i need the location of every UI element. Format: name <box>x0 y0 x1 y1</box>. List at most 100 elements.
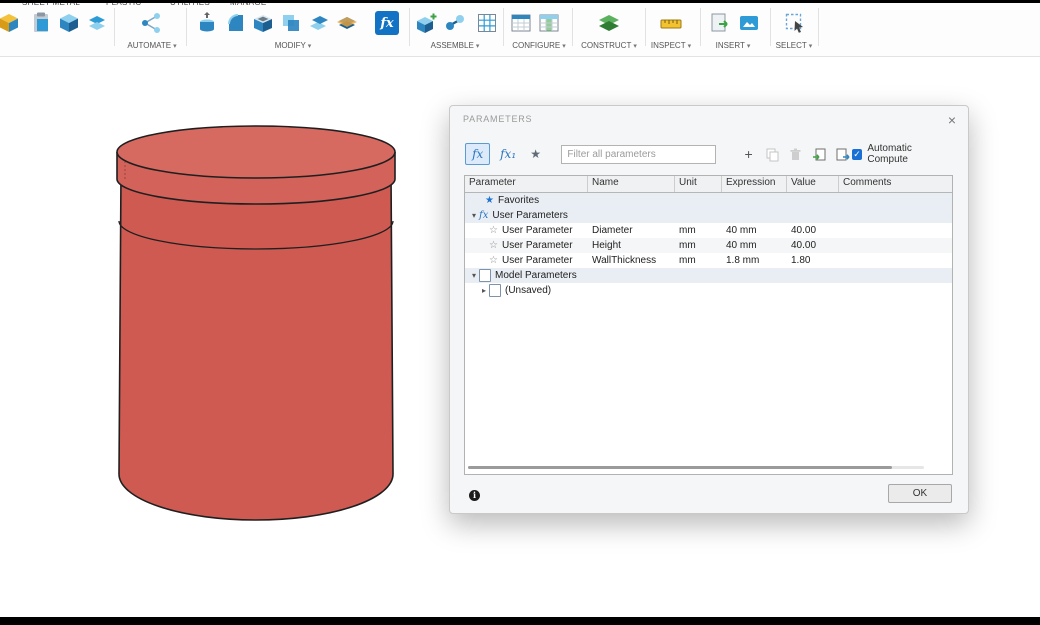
param-expression[interactable]: 40 mm <box>722 240 787 251</box>
automatic-compute-checkbox[interactable]: ✓ Automatic Compute <box>852 143 953 165</box>
letterbox-bottom <box>0 617 1040 625</box>
param-expression[interactable]: 1.8 mm <box>722 255 787 266</box>
group-label-select[interactable]: SELECT▾ <box>764 41 824 50</box>
toolbar-divider <box>700 8 701 46</box>
viewport-model-cylinder[interactable] <box>95 120 415 532</box>
toolbar-divider <box>818 8 819 46</box>
column-header-parameter: Parameter <box>465 176 588 192</box>
chevron-down-icon: ▾ <box>476 43 480 50</box>
filter-model-parameters-button[interactable]: fx₁ <box>496 144 519 164</box>
decal-icon[interactable] <box>706 9 732 37</box>
param-unit: mm <box>675 225 722 236</box>
info-icon[interactable]: i <box>469 490 480 501</box>
favorite-toggle-star-icon[interactable]: ☆ <box>489 255 498 266</box>
measure-icon[interactable] <box>658 9 684 37</box>
column-header-name: Name <box>588 176 675 192</box>
table-row-favorites[interactable]: ★Favorites <box>465 193 952 208</box>
chevron-right-icon[interactable]: ▸ <box>479 286 489 295</box>
document-icon <box>479 269 491 282</box>
ok-button[interactable]: OK <box>888 484 952 503</box>
cube-blue-icon[interactable] <box>56 9 82 37</box>
table-row-user-parameters[interactable]: ▾fxUser Parameters <box>465 208 952 223</box>
table-row-height[interactable]: ☆User Parameter Height mm 40 mm 40.00 <box>465 238 952 253</box>
row-label: (Unsaved) <box>505 285 551 296</box>
letterbox-top <box>0 0 1040 3</box>
fusion-app-window: SHEET METAL PLASTIC UTILITIES MANAGE AUT… <box>0 0 1040 625</box>
chevron-down-icon: ▾ <box>747 43 751 50</box>
press-pull-icon[interactable] <box>194 9 220 37</box>
dialog-footer: i OK <box>450 479 968 513</box>
cube-yellow-icon[interactable] <box>0 9 22 37</box>
chevron-down-icon: ▾ <box>173 43 177 50</box>
fillet-icon[interactable] <box>222 9 248 37</box>
clipboard-icon[interactable] <box>28 9 54 37</box>
split-body-icon[interactable] <box>334 9 360 37</box>
param-value: 1.80 <box>787 255 839 266</box>
column-header-comments: Comments <box>839 176 952 192</box>
param-value: 40.00 <box>787 225 839 236</box>
group-label-modify[interactable]: MODIFY▾ <box>263 41 323 50</box>
group-label-construct[interactable]: CONSTRUCT▾ <box>573 41 645 50</box>
favorite-toggle-star-icon[interactable]: ☆ <box>489 225 498 236</box>
table-row-unsaved[interactable]: ▸ (Unsaved) <box>465 283 952 298</box>
table-row-model-parameters[interactable]: ▾Model Parameters <box>465 268 952 283</box>
change-parameters-icon[interactable]: fx <box>374 9 400 37</box>
checkbox-checked-icon: ✓ <box>852 149 863 160</box>
horizontal-scrollbar-track[interactable] <box>468 466 924 469</box>
delete-parameter-icon[interactable] <box>787 145 805 163</box>
select-cursor-icon[interactable] <box>782 9 808 37</box>
filter-favorites-star-icon[interactable]: ★ <box>526 144 546 164</box>
config-insert-icon[interactable] <box>536 9 562 37</box>
favorite-toggle-star-icon[interactable]: ☆ <box>489 240 498 251</box>
chevron-down-icon: ▾ <box>688 43 692 50</box>
ribbon-toolbar: SHEET METAL PLASTIC UTILITIES MANAGE AUT… <box>0 0 1040 57</box>
import-csv-icon[interactable] <box>811 145 829 163</box>
param-name[interactable]: Diameter <box>588 225 675 236</box>
filter-parameters-input[interactable] <box>561 145 715 164</box>
param-name[interactable]: Height <box>588 240 675 251</box>
export-csv-icon[interactable] <box>834 145 852 163</box>
param-name[interactable]: WallThickness <box>588 255 675 266</box>
group-label-configure[interactable]: CONFIGURE▾ <box>503 41 575 50</box>
shell-icon[interactable] <box>250 9 276 37</box>
param-value: 40.00 <box>787 240 839 251</box>
add-parameter-icon[interactable]: + <box>740 145 758 163</box>
parameter-type-label: User Parameter <box>502 240 573 251</box>
rigid-group-icon[interactable] <box>474 9 500 37</box>
config-table-icon[interactable] <box>508 9 534 37</box>
chevron-down-icon: ▾ <box>809 43 813 50</box>
construction-planes-icon[interactable] <box>596 9 622 37</box>
dialog-toolbar: fx fx₁ ★ + ✓ Automatic Compute <box>465 143 953 165</box>
chevron-down-icon[interactable]: ▾ <box>469 271 479 280</box>
dialog-title: PARAMETERS <box>463 114 532 124</box>
group-label-inspect[interactable]: INSPECT▾ <box>641 41 701 50</box>
group-label-insert[interactable]: INSERT▾ <box>703 41 763 50</box>
filter-user-parameters-button[interactable]: fx <box>465 143 490 165</box>
copy-parameter-icon[interactable] <box>763 145 781 163</box>
column-header-value: Value <box>787 176 839 192</box>
close-icon[interactable]: × <box>944 110 960 130</box>
new-component-icon[interactable] <box>414 9 440 37</box>
offset-face-icon[interactable] <box>306 9 332 37</box>
table-row-wallthickness[interactable]: ☆User Parameter WallThickness mm 1.8 mm … <box>465 253 952 268</box>
param-expression[interactable]: 40 mm <box>722 225 787 236</box>
layers-icon[interactable] <box>84 9 110 37</box>
table-row-diameter[interactable]: ☆User Parameter Diameter mm 40 mm 40.00 <box>465 223 952 238</box>
automatic-compute-label: Automatic Compute <box>867 143 953 165</box>
column-header-expression: Expression <box>722 176 787 192</box>
group-label-assemble[interactable]: ASSEMBLE▾ <box>420 41 490 50</box>
branch-nodes-icon[interactable] <box>138 9 164 37</box>
parameters-table: Parameter Name Unit Expression Value Com… <box>464 175 953 475</box>
group-label-automate[interactable]: AUTOMATE▾ <box>122 41 182 50</box>
favorites-star-icon: ★ <box>485 195 494 206</box>
chevron-down-icon: ▾ <box>562 43 566 50</box>
chevron-down-icon[interactable]: ▾ <box>469 211 479 220</box>
joint-icon[interactable] <box>442 9 468 37</box>
toolbar-divider <box>409 8 410 46</box>
chevron-down-icon: ▾ <box>633 43 637 50</box>
horizontal-scrollbar-thumb[interactable] <box>468 466 892 469</box>
chevron-down-icon: ▾ <box>308 43 312 50</box>
combine-icon[interactable] <box>278 9 304 37</box>
canvas-icon[interactable] <box>736 9 762 37</box>
toolbar-divider <box>186 8 187 46</box>
